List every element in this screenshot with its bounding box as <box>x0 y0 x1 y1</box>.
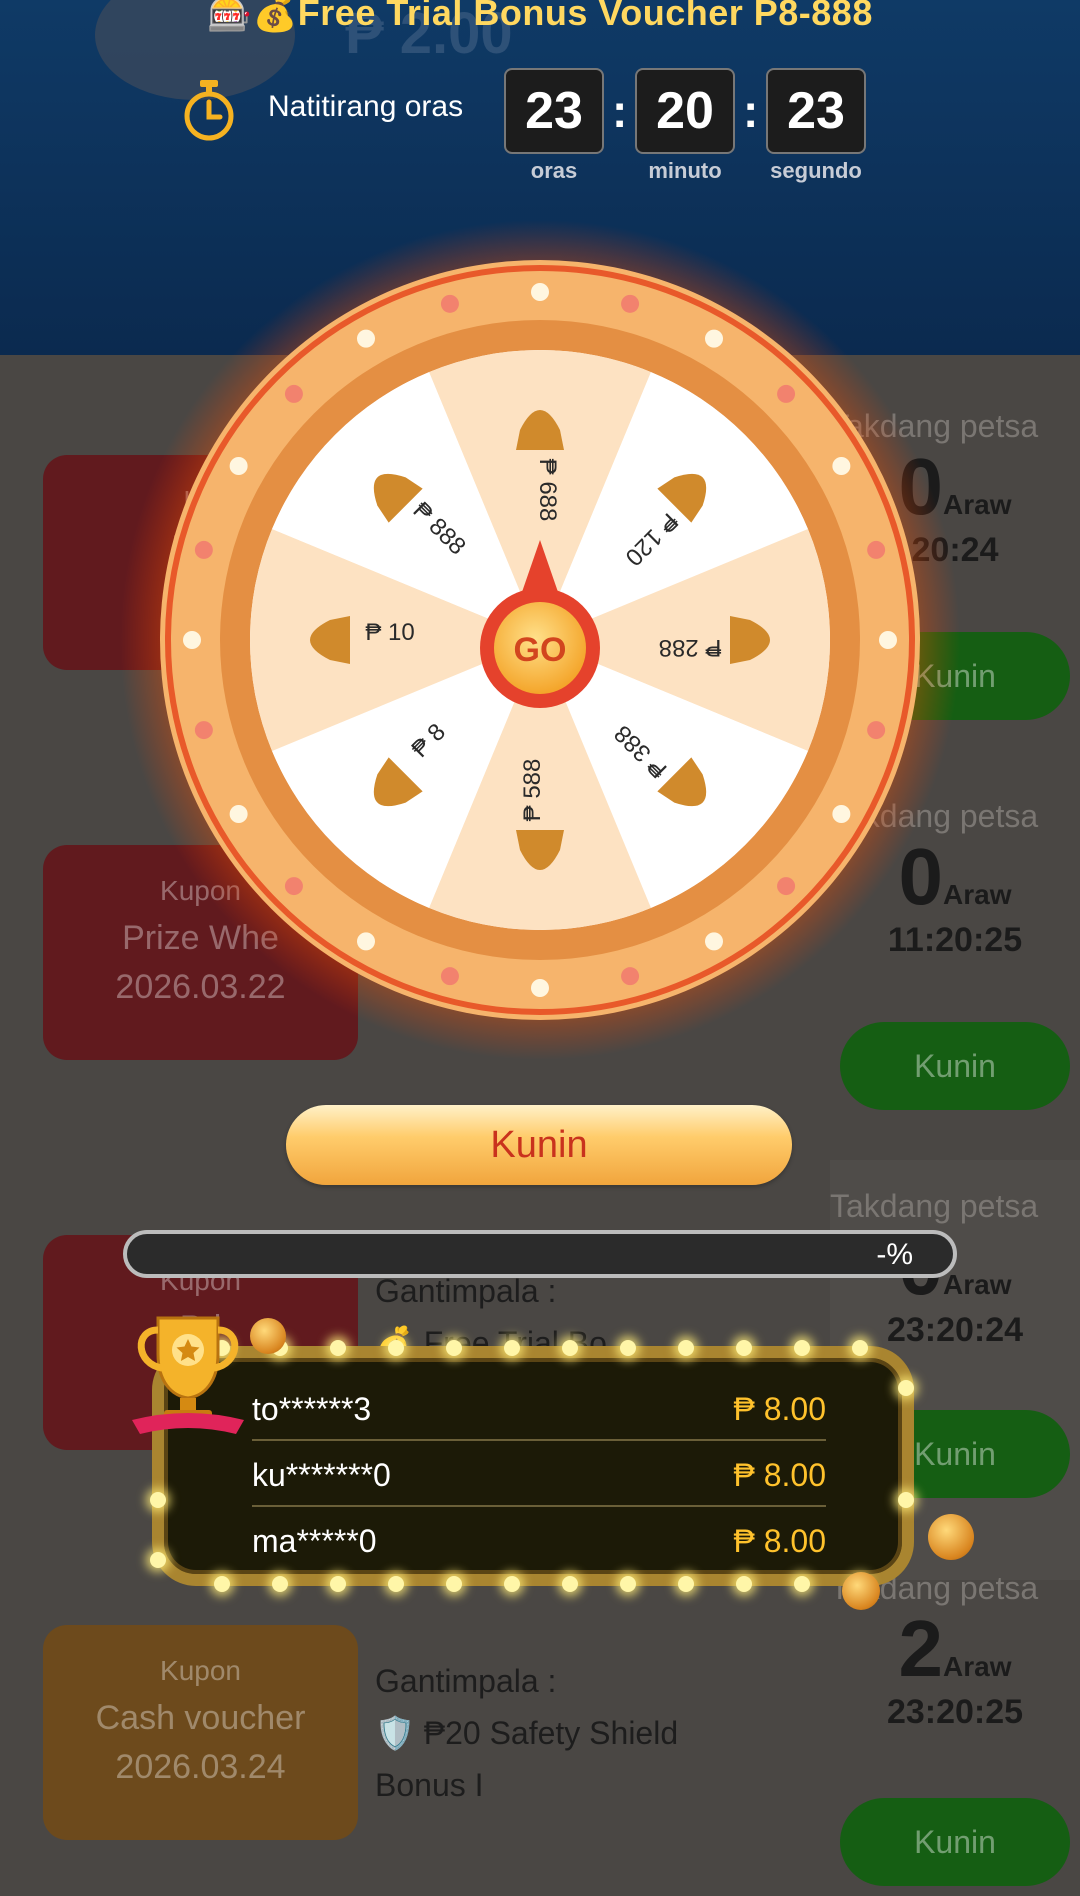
coin-icon <box>250 1318 286 1354</box>
seconds-label: segundo <box>770 158 862 183</box>
board-light <box>562 1340 578 1356</box>
winner-row: to******3 ₱ 8.00 <box>252 1377 826 1441</box>
countdown: Natitirang oras 23 oras : 20 minuto : 23… <box>0 68 1080 188</box>
board-light <box>678 1576 694 1592</box>
board-light <box>562 1576 578 1592</box>
hours-label: oras <box>530 158 578 183</box>
wheel-light <box>867 540 886 559</box>
wheel-light <box>229 457 248 475</box>
claim-main-button[interactable]: Kunin <box>286 1105 792 1185</box>
minutes-box: 20 <box>635 68 735 154</box>
wheel-light <box>357 329 375 348</box>
colon: : <box>612 85 628 137</box>
board-light <box>736 1576 752 1592</box>
wheel-segment-label: ₱ 688 <box>534 459 561 522</box>
wheel-light <box>777 384 796 403</box>
wheel-light <box>183 631 201 649</box>
winner-user: ku*******0 <box>252 1457 391 1493</box>
wheel-light <box>705 329 723 348</box>
board-light <box>504 1576 520 1592</box>
winner-row: ma*****0 ₱ 8.00 <box>252 1509 826 1573</box>
wheel-light <box>284 877 303 896</box>
board-light <box>898 1380 914 1396</box>
wheel-segment-label: ₱ 588 <box>519 759 546 822</box>
wheel-light <box>531 283 549 301</box>
wheel-light <box>440 967 459 986</box>
winner-row: ku*******0 ₱ 8.00 <box>252 1443 826 1507</box>
board-light <box>794 1340 810 1356</box>
wheel-segment-label: ₱ 288 <box>659 634 722 661</box>
wheel-light <box>357 932 375 951</box>
winner-amount: ₱ 8.00 <box>733 1523 826 1559</box>
prize-wheel-graphic: ₱ 688₱ 120₱ 288₱ 388₱ 588₱ 8₱ 10₱ 888 GO <box>120 220 960 1060</box>
wheel-light <box>229 805 248 823</box>
board-light <box>620 1576 636 1592</box>
wheel-light <box>832 457 851 475</box>
board-light <box>620 1340 636 1356</box>
progress-bar: -% <box>123 1230 957 1278</box>
wheel-light <box>867 721 886 740</box>
board-light <box>504 1340 520 1356</box>
trophy-icon <box>132 1316 244 1434</box>
board-light <box>794 1576 810 1592</box>
stopwatch-icon <box>184 80 234 141</box>
go-label[interactable]: GO <box>514 631 567 669</box>
winner-amount: ₱ 8.00 <box>733 1391 826 1427</box>
prize-wheel: ₱ 688 ₱ 120 ₱ 288 ₱ 388 ₱ 588 ₱ 8 ₱ 10 ₱ 888 GO <box>0 200 1080 1080</box>
winner-amount: ₱ 8.00 <box>733 1457 826 1493</box>
board-light <box>388 1576 404 1592</box>
colon: : <box>743 85 759 137</box>
board-light <box>272 1576 288 1592</box>
wheel-light <box>194 721 213 740</box>
board-light <box>678 1340 694 1356</box>
board-light <box>330 1576 346 1592</box>
board-light <box>388 1340 404 1356</box>
board-light <box>446 1340 462 1356</box>
board-light <box>852 1340 868 1356</box>
wheel-light <box>832 805 851 823</box>
board-light <box>446 1576 462 1592</box>
winner-user: to******3 <box>252 1391 372 1427</box>
seconds-box: 23 <box>766 68 866 154</box>
wheel-light <box>621 967 640 986</box>
voucher-title: 🎰💰Free Trial Bonus Voucher P8-888 <box>207 0 873 33</box>
wheel-light <box>194 540 213 559</box>
board-light <box>150 1552 166 1568</box>
wheel-light <box>621 294 640 313</box>
countdown-label: Natitirang oras <box>268 90 464 123</box>
board-light <box>150 1492 166 1508</box>
hours-box: 23 <box>504 68 604 154</box>
board-light <box>330 1340 346 1356</box>
wheel-light <box>777 877 796 896</box>
coin-icon <box>842 1572 880 1610</box>
board-light <box>214 1576 230 1592</box>
winner-user: ma*****0 <box>252 1523 377 1559</box>
wheel-light <box>531 979 549 997</box>
wheel-light <box>284 384 303 403</box>
wheel-segment-label: ₱ 10 <box>365 619 414 646</box>
wheel-light <box>879 631 897 649</box>
coin-icon <box>928 1514 974 1560</box>
progress-text: -% <box>876 1238 913 1271</box>
minutes-label: minuto <box>648 158 722 183</box>
wheel-light <box>705 932 723 951</box>
board-light <box>736 1340 752 1356</box>
board-light <box>898 1492 914 1508</box>
wheel-light <box>440 294 459 313</box>
